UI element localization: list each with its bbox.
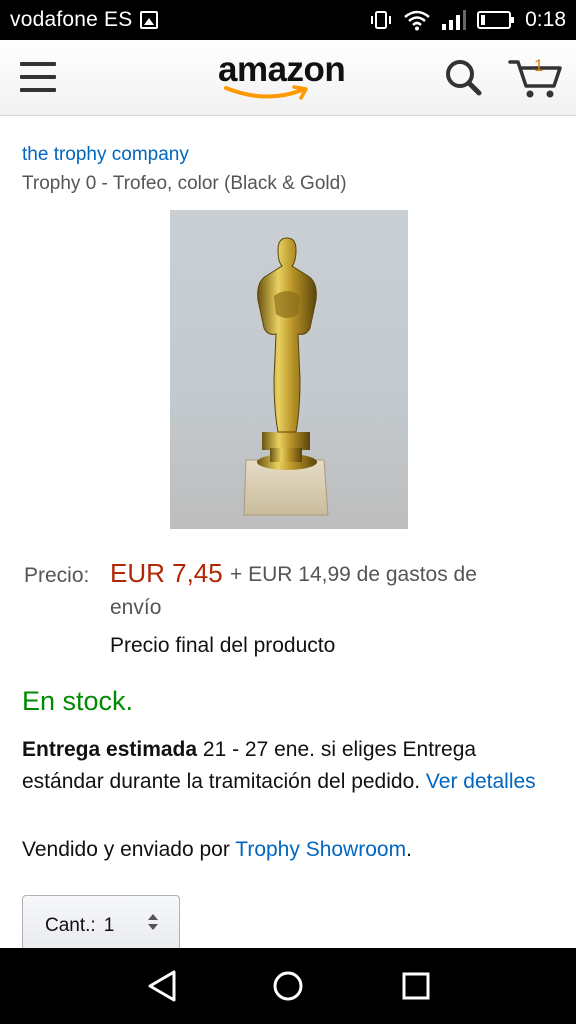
product-image[interactable]: [170, 210, 408, 529]
android-nav-bar: [0, 948, 576, 1024]
recents-icon[interactable]: [396, 968, 436, 1004]
product-title: Trophy 0 - Trofeo, color (Black & Gold): [22, 173, 347, 194]
stock-status: En stock.: [22, 686, 134, 716]
amazon-logo[interactable]: amazon: [218, 48, 358, 104]
app-header: amazon 1: [0, 40, 576, 116]
quantity-label: Cant.:: [45, 915, 96, 936]
vibrate-icon: [371, 11, 392, 29]
delivery-label: Entrega estimada: [22, 738, 198, 761]
sold-by-text: Vendido y enviado por: [22, 838, 236, 861]
final-price-note: Precio final del producto: [110, 634, 336, 657]
quantity-value: 1: [103, 915, 115, 936]
shipping-cost: + EUR 14,99 de gastos de: [230, 563, 477, 586]
shipping-cost-cont: envío: [110, 596, 162, 619]
delivery-details-link[interactable]: Ver detalles: [426, 770, 536, 793]
product-page: the trophy company Trophy 0 - Trofeo, co…: [0, 116, 576, 948]
battery-icon: [477, 11, 515, 29]
cart-button[interactable]: 1: [508, 54, 564, 100]
wifi-icon: [404, 10, 430, 31]
cart-count-badge: 1: [534, 56, 544, 75]
search-icon[interactable]: [442, 56, 484, 98]
logo-smile-icon: [224, 85, 308, 100]
seller-link[interactable]: Trophy Showroom: [235, 838, 406, 861]
price-value: EUR 7,45: [110, 558, 223, 588]
status-icons: 0:18: [369, 8, 566, 32]
image-notification-icon: [140, 11, 159, 29]
select-arrows-icon: [148, 914, 158, 930]
carrier-name: vodafone ES: [10, 8, 133, 31]
price-label: Precio:: [24, 564, 90, 587]
delivery-estimate: Entrega estimada 21 - 27 ene. si eliges …: [22, 734, 542, 798]
clock: 0:18: [525, 8, 566, 31]
sold-by-suffix: .: [406, 838, 412, 861]
quantity-select[interactable]: Cant.: 1: [22, 895, 180, 948]
back-icon[interactable]: [142, 968, 182, 1004]
trophy-figure-image: [243, 237, 329, 516]
brand-link[interactable]: the trophy company: [22, 144, 189, 166]
signal-icon: [442, 10, 467, 30]
status-bar: vodafone ES 0:18: [0, 0, 576, 40]
home-icon[interactable]: [268, 968, 308, 1004]
seller-info: Vendido y enviado por Trophy Showroom.: [22, 838, 412, 862]
menu-icon[interactable]: [20, 62, 56, 92]
